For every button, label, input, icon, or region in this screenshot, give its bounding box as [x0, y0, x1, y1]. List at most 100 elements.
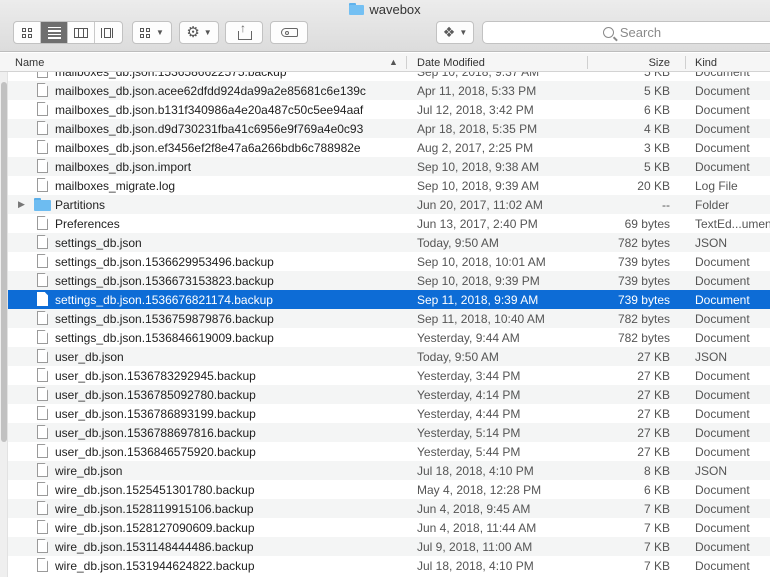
table-row[interactable]: Preferences Jun 13, 2017, 2:40 PM 69 bytes… [0, 214, 770, 233]
vertical-scrollbar[interactable] [0, 72, 8, 577]
table-row[interactable]: wire_db.json.1528119915106.backup Jun 4, … [0, 499, 770, 518]
column-divider[interactable] [406, 56, 407, 69]
file-size: 782 bytes [617, 235, 670, 250]
table-row[interactable]: wire_db.json.1525451301780.backup May 4, … [0, 480, 770, 499]
window-title-text: wavebox [369, 1, 421, 17]
search-icon [602, 27, 614, 38]
file-name: mailboxes_db.json.1536586622575.backup [55, 72, 405, 81]
file-size: 6 KB [643, 102, 670, 117]
group-by-button[interactable]: ▼ [132, 21, 172, 44]
table-row[interactable]: settings_db.json Today, 9:50 AM 782 bytes J… [0, 233, 770, 252]
file-date-modified: Sep 11, 2018, 9:39 AM [417, 292, 539, 307]
list-view-button[interactable] [41, 22, 68, 43]
table-row[interactable]: settings_db.json.1536676821174.backup Sep… [0, 290, 770, 309]
table-row[interactable]: mailboxes_db.json.ef3456ef2f8e47a6a266bd… [0, 138, 770, 157]
table-row[interactable]: mailboxes_migrate.log Sep 10, 2018, 9:39 … [0, 176, 770, 195]
file-size: 7 KB [643, 520, 670, 535]
table-row[interactable]: settings_db.json.1536673153823.backup Sep… [0, 271, 770, 290]
column-size-header[interactable]: Size [590, 53, 670, 72]
table-row[interactable]: mailboxes_db.json.acee62dfdd924da99a2e85… [0, 81, 770, 100]
file-kind: JSON [695, 349, 728, 364]
column-view-button[interactable] [68, 22, 95, 43]
table-row[interactable]: wire_db.json Jul 18, 2018, 4:10 PM 8 KB JSO… [0, 461, 770, 480]
table-row[interactable]: user_db.json.1536788697816.backup Yesterd… [0, 423, 770, 442]
table-row[interactable]: user_db.json.1536783292945.backup Yesterd… [0, 366, 770, 385]
dropbox-button[interactable]: ❖ ▼ [436, 21, 474, 44]
file-date-modified: Jun 4, 2018, 9:45 AM [417, 501, 531, 516]
table-row[interactable]: wire_db.json.1531148444486.backup Jul 9, … [0, 537, 770, 556]
disclosure-triangle-icon[interactable]: ▶ [18, 199, 25, 210]
table-row[interactable]: user_db.json Today, 9:50 AM 27 KB JSON [0, 347, 770, 366]
table-row[interactable]: settings_db.json.1536629953496.backup Sep… [0, 252, 770, 271]
column-view-icon [74, 27, 88, 38]
file-name: Partitions [55, 197, 106, 212]
file-date-modified: Yesterday, 9:44 AM [417, 330, 520, 345]
scrollbar-thumb[interactable] [1, 82, 7, 442]
table-row[interactable]: user_db.json.1536786893199.backup Yesterd… [0, 404, 770, 423]
file-date-modified: Today, 9:50 AM [417, 235, 499, 250]
file-name: mailboxes_db.json.acee62dfdd924da99a2e85… [55, 83, 366, 98]
table-row[interactable]: wire_db.json.1528127090609.backup Jun 4, … [0, 518, 770, 537]
document-icon [37, 558, 48, 572]
file-name: settings_db.json [55, 235, 142, 250]
document-icon [37, 273, 48, 287]
column-divider[interactable] [587, 56, 588, 69]
file-kind: Document [695, 482, 750, 497]
action-button[interactable]: ⚙ ▼ [179, 21, 219, 44]
file-size: -- [662, 197, 670, 212]
file-size: 6 KB [643, 482, 670, 497]
share-button[interactable] [225, 21, 263, 44]
file-size: 3 KB [643, 140, 670, 155]
list-view-icon [47, 26, 61, 39]
table-row[interactable]: mailboxes_db.json.import Sep 10, 2018, 9:… [0, 157, 770, 176]
dropbox-icon: ❖ [442, 24, 456, 40]
file-date-modified: Jul 9, 2018, 11:00 AM [417, 539, 533, 554]
file-date-modified: Yesterday, 3:44 PM [417, 368, 521, 383]
file-date-modified: Sep 10, 2018, 9:38 AM [417, 159, 540, 174]
table-row[interactable]: mailboxes_db.json.1536586622575.backup Se… [0, 72, 770, 81]
file-name: settings_db.json.1536673153823.backup [55, 273, 274, 288]
file-kind: Folder [695, 197, 730, 212]
file-kind: Document [695, 444, 750, 459]
group-icon [140, 27, 152, 38]
document-icon [37, 311, 48, 325]
document-icon [37, 368, 48, 382]
cover-flow-icon [100, 27, 117, 38]
file-size: 739 bytes [617, 273, 670, 288]
column-date-header[interactable]: Date Modified [417, 53, 485, 72]
document-icon [37, 482, 48, 496]
cover-flow-button[interactable] [95, 22, 122, 43]
chevron-down-icon: ▼ [156, 28, 164, 37]
file-kind: Document [695, 72, 770, 81]
gear-icon: ⚙ [186, 24, 200, 41]
file-size: 739 bytes [617, 292, 670, 307]
file-size: 5 KB [643, 159, 670, 174]
column-kind-header[interactable]: Kind [695, 53, 717, 72]
document-icon [37, 349, 48, 363]
folder-icon [34, 198, 51, 211]
file-size: 8 KB [643, 463, 670, 478]
file-date-modified: Yesterday, 5:14 PM [417, 425, 521, 440]
document-icon [37, 216, 48, 230]
file-date-modified: Jun 4, 2018, 11:44 AM [417, 520, 537, 535]
file-kind: Document [695, 368, 750, 383]
file-kind: Document [695, 140, 750, 155]
file-date-modified: Aug 2, 2017, 2:25 PM [417, 140, 534, 155]
table-row[interactable]: user_db.json.1536785092780.backup Yesterd… [0, 385, 770, 404]
table-row[interactable]: wire_db.json.1531944624822.backup Jul 18,… [0, 556, 770, 575]
table-row[interactable]: mailboxes_db.json.b131f340986a4e20a487c5… [0, 100, 770, 119]
column-divider[interactable] [685, 56, 686, 69]
table-row[interactable]: user_db.json.1536846575920.backup Yesterd… [0, 442, 770, 461]
table-row[interactable]: settings_db.json.1536846619009.backup Yes… [0, 328, 770, 347]
file-date-modified: May 4, 2018, 12:28 PM [417, 482, 542, 497]
file-date-modified: Jun 13, 2017, 2:40 PM [417, 216, 538, 231]
table-row[interactable]: ▶ Partitions Jun 20, 2017, 11:02 AM -- Folde… [0, 195, 770, 214]
search-field[interactable]: Search [482, 21, 770, 44]
tags-button[interactable] [270, 21, 308, 44]
table-row[interactable]: mailboxes_db.json.d9d730231fba41c6956e9f… [0, 119, 770, 138]
column-name-header[interactable]: Name [15, 53, 44, 72]
file-kind: Document [695, 406, 750, 421]
table-row[interactable]: settings_db.json.1536759879876.backup Sep… [0, 309, 770, 328]
icon-view-button[interactable] [14, 22, 41, 43]
file-name: settings_db.json.1536676821174.backup [55, 292, 273, 307]
